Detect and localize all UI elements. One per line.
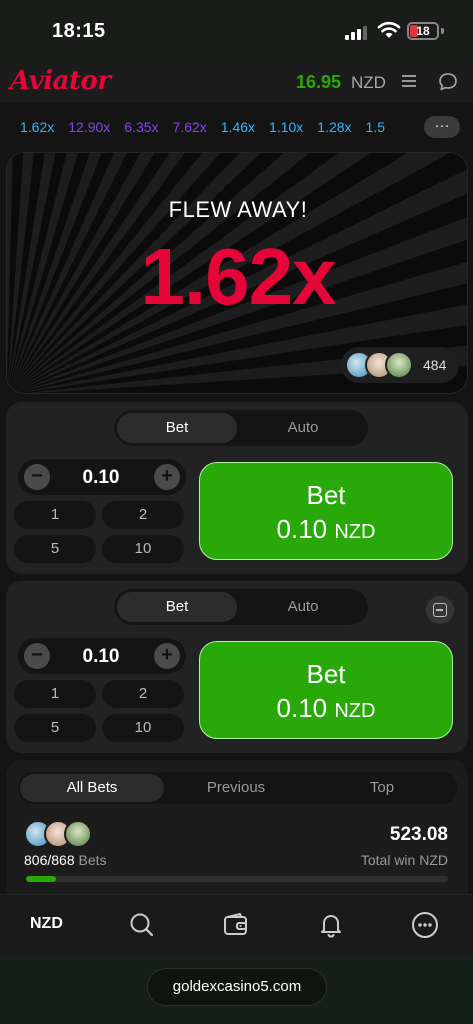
quick-amount-button[interactable]: 5 xyxy=(14,535,96,563)
status-time: 18:15 xyxy=(52,20,106,42)
nav-currency[interactable]: NZD xyxy=(30,915,63,933)
tab-bet[interactable]: Bet xyxy=(117,592,237,622)
bets-tabs: All Bets Previous Top xyxy=(18,772,458,804)
quick-amount-button[interactable]: 5 xyxy=(14,714,96,742)
quick-amount-button[interactable]: 10 xyxy=(102,535,184,563)
bet-amount-currency: NZD xyxy=(334,700,376,722)
total-win-amount: 523.08 xyxy=(389,824,448,845)
stake-stepper: − 0.10 + xyxy=(18,459,186,495)
bet-mode-toggle: Bet Auto xyxy=(114,589,368,625)
more-icon[interactable] xyxy=(411,911,439,939)
menu-icon[interactable] xyxy=(402,74,418,88)
status-bar: 18:15 18 xyxy=(0,0,473,62)
remove-panel-icon[interactable] xyxy=(426,596,454,624)
history-multiplier[interactable]: 7.62x xyxy=(173,119,207,135)
history-multiplier[interactable]: 1.62x xyxy=(20,119,54,135)
history-multiplier[interactable]: 1.28x xyxy=(317,119,351,135)
bet-button-label: Bet xyxy=(306,659,346,689)
total-win-label: Total win NZD xyxy=(360,852,448,868)
signal-icon xyxy=(345,24,369,40)
history-multiplier[interactable]: 12.90x xyxy=(68,119,110,135)
decrease-stake-button[interactable]: − xyxy=(24,643,50,669)
crash-multiplier: 1.62x xyxy=(140,232,336,321)
increase-stake-button[interactable]: + xyxy=(154,464,180,490)
tab-top[interactable]: Top xyxy=(308,774,456,802)
online-players[interactable]: 484 xyxy=(341,347,459,383)
place-bet-button[interactable]: Bet 0.10 NZD xyxy=(199,641,453,739)
bet-panel-2: Bet Auto − 0.10 + 1 2 5 10 Bet 0.10 NZD xyxy=(6,581,468,753)
quick-amount-button[interactable]: 10 xyxy=(102,714,184,742)
bets-progress-fill xyxy=(26,876,56,882)
browser-url-bar: goldexcasino5.com xyxy=(0,954,473,1024)
game-screen: FLEW AWAY! 1.62x 484 xyxy=(6,152,468,394)
quick-amount-button[interactable]: 2 xyxy=(102,501,184,529)
chat-icon[interactable] xyxy=(438,72,458,92)
search-icon[interactable] xyxy=(128,911,156,939)
stake-input[interactable]: 0.10 xyxy=(48,467,154,489)
wallet-icon[interactable] xyxy=(222,911,250,939)
tab-all-bets[interactable]: All Bets xyxy=(20,774,164,802)
balance-currency: NZD xyxy=(351,73,386,92)
bet-button-amount: 0.10 NZD xyxy=(200,514,452,545)
flew-away-label: FLEW AWAY! xyxy=(168,197,308,222)
stake-input[interactable]: 0.10 xyxy=(48,646,154,668)
aviator-logo[interactable]: Aviator xyxy=(10,66,111,96)
bell-icon[interactable] xyxy=(317,911,345,939)
avatar xyxy=(385,351,413,379)
wifi-icon xyxy=(377,21,401,38)
history-multiplier[interactable]: 1.10x xyxy=(269,119,303,135)
tab-bet[interactable]: Bet xyxy=(117,413,237,443)
bet-amount-value: 0.10 xyxy=(276,514,328,544)
tab-previous[interactable]: Previous xyxy=(164,774,308,802)
avatar xyxy=(64,820,92,848)
bets-progress-bar xyxy=(26,876,448,882)
decrease-stake-button[interactable]: − xyxy=(24,464,50,490)
bet-panel-1: Bet Auto − 0.10 + 1 2 5 10 Bet 0.10 NZD xyxy=(6,402,468,574)
bets-count-label: Bets xyxy=(78,852,107,868)
history-multiplier[interactable]: 6.35x xyxy=(124,119,158,135)
ellipsis-icon[interactable]: … xyxy=(424,115,460,138)
bets-count: 806/868 Bets xyxy=(24,852,107,868)
app-header: Aviator 16.95 NZD xyxy=(0,62,473,102)
bets-section: All Bets Previous Top 806/868 Bets 523.0… xyxy=(6,760,468,894)
bet-amount-value: 0.10 xyxy=(276,693,328,723)
history-row: 1.62x 12.90x 6.35x 7.62x 1.46x 1.10x 1.28x 1.5 xyxy=(20,119,399,137)
bet-button-amount: 0.10 NZD xyxy=(200,693,452,724)
balance-amount: 16.95 xyxy=(296,72,342,92)
increase-stake-button[interactable]: + xyxy=(154,643,180,669)
players-count: 484 xyxy=(423,357,447,373)
url-field[interactable]: goldexcasino5.com xyxy=(147,968,327,1006)
quick-amount-button[interactable]: 1 xyxy=(14,501,96,529)
stake-stepper: − 0.10 + xyxy=(18,638,186,674)
player-avatars xyxy=(345,351,417,379)
battery-icon: 18 xyxy=(407,22,439,40)
bet-button-label: Bet xyxy=(306,480,346,510)
bettor-avatars xyxy=(24,820,96,848)
bet-mode-toggle: Bet Auto xyxy=(114,410,368,446)
multiplier-history: 1.62x 12.90x 6.35x 7.62x 1.46x 1.10x 1.28x 1.5 … xyxy=(0,102,473,150)
tab-auto[interactable]: Auto xyxy=(241,413,365,443)
quick-amount-button[interactable]: 1 xyxy=(14,680,96,708)
bet-amount-currency: NZD xyxy=(334,521,376,543)
history-multiplier[interactable]: 1.46x xyxy=(221,119,255,135)
place-bet-button[interactable]: Bet 0.10 NZD xyxy=(199,462,453,560)
quick-amount-button[interactable]: 2 xyxy=(102,680,184,708)
battery-level: 18 xyxy=(416,24,430,38)
tab-auto[interactable]: Auto xyxy=(241,592,365,622)
bottom-nav: NZD xyxy=(0,894,473,954)
bets-count-value: 806/868 xyxy=(24,852,75,868)
